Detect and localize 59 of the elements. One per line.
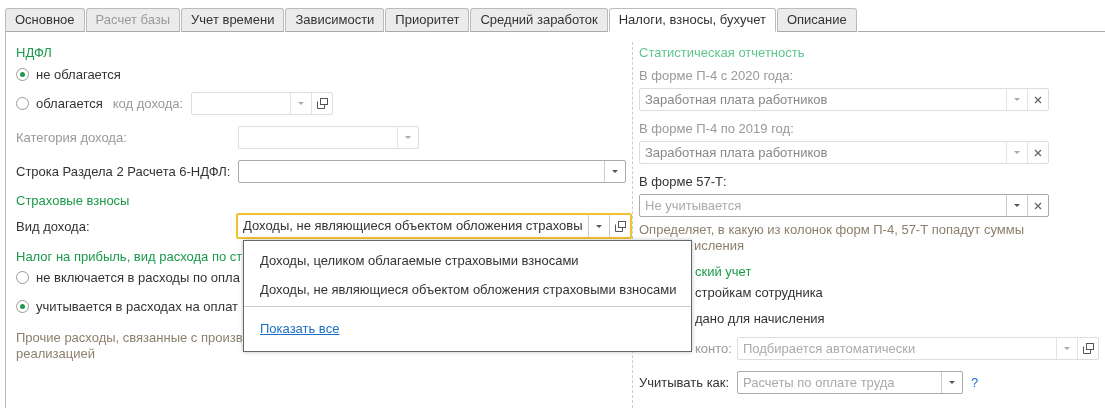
tab[interactable]: Средний заработок (470, 8, 608, 32)
field-label: Категория дохода: (16, 129, 128, 145)
section-heading: Страховые взносы (16, 192, 130, 210)
section-heading: НДФЛ (16, 44, 52, 62)
caret-icon (298, 101, 305, 105)
dropdown-field: Подбирается автоматически (737, 336, 1099, 360)
option-label: дано для начисления (695, 310, 825, 328)
field-label: В форме П-4 с 2020 года: (639, 67, 794, 85)
caret-icon (1064, 346, 1070, 350)
close-icon (1034, 95, 1042, 104)
tab[interactable]: Зависимости (285, 8, 385, 32)
dropdown-field: Заработная плата работников (639, 88, 1049, 111)
caret-icon (949, 380, 955, 384)
field-label: код дохода: (112, 95, 184, 111)
field-label: В форме П-4 по 2019 год: (639, 120, 794, 138)
field-label: Вид дохода: (16, 218, 91, 234)
close-icon (1034, 148, 1042, 157)
radio-button[interactable] (16, 96, 29, 110)
section-heading: ский учет (695, 263, 752, 281)
caret-icon (596, 224, 602, 228)
windows-icon (614, 220, 626, 232)
radio-label[interactable]: учитывается в расходах на оплат (36, 298, 239, 314)
tab[interactable]: Приоритет (385, 8, 470, 32)
list-item[interactable]: Доходы, целиком облагаемые страховыми взносами (244, 246, 691, 275)
close-icon (1034, 201, 1042, 210)
tab[interactable]: Описание (776, 8, 857, 32)
windows-icon (316, 97, 328, 109)
section-heading: Налог на прибыль, вид расхода по ст (16, 248, 243, 266)
radio-button[interactable] (16, 270, 29, 284)
caret-icon (405, 135, 411, 139)
section-heading: Статистическая отчетность (639, 44, 805, 62)
radio-label[interactable]: облагается (36, 95, 103, 111)
tab[interactable]: Учет времени (181, 8, 285, 32)
list-item[interactable]: Доходы, не являющиеся объектом обложения страховыми взносами (244, 275, 691, 304)
caret-icon (612, 169, 618, 173)
radio-label[interactable]: не облагается (36, 66, 121, 82)
show-all-link[interactable]: Показать все (260, 321, 340, 336)
radio-button[interactable] (16, 67, 29, 81)
dropdown-field[interactable]: Доходы, не являющиеся объектом обложения страховы (236, 213, 632, 239)
tab[interactable]: Основное (5, 8, 85, 32)
option-label: стройкам сотрудника (695, 284, 823, 302)
radio-label[interactable]: не включается в расходы по опла (36, 269, 240, 285)
hint-text: Определяет, в какую из колонок форм П-4, 57-Т попадут суммы (639, 222, 1024, 238)
field-label: Учитывать как: (639, 374, 731, 390)
tab[interactable]: Налоги, взносы, бухучет (608, 8, 776, 32)
radio-button[interactable] (16, 299, 29, 313)
hint-text: реализацией (16, 346, 95, 362)
caret-icon (1014, 204, 1020, 207)
hint-text: исления (694, 238, 745, 254)
caret-icon (1014, 98, 1020, 101)
help-link[interactable]: ? (971, 374, 979, 390)
dropdown-field: Заработная плата работников (639, 141, 1049, 164)
hint-text: Прочие расходы, связанные с произв (16, 330, 243, 346)
field-label: конто: (695, 340, 733, 356)
field-label: В форме 57-Т: (639, 173, 727, 191)
caret-icon (1014, 151, 1020, 154)
windows-icon (1082, 342, 1094, 354)
dropdown-field[interactable] (238, 159, 626, 183)
field-label: Строка Раздела 2 Расчета 6-НДФЛ: (16, 163, 232, 179)
